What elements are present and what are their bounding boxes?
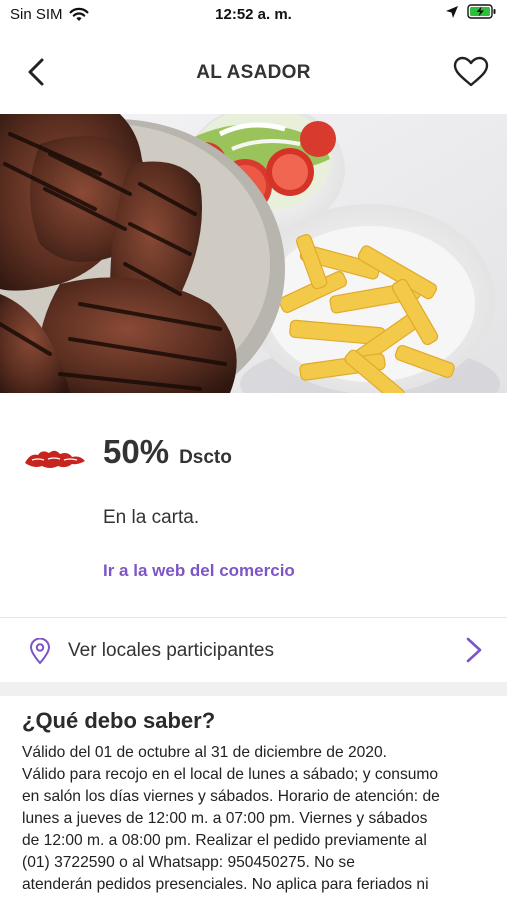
al-asador-logo xyxy=(25,450,85,468)
info-line: de 12:00 m. a 08:00 pm. Realizar el pedi… xyxy=(22,832,427,849)
heart-outline-icon xyxy=(453,56,489,87)
info-line: Válido del 01 de octubre al 31 de diciem… xyxy=(22,744,387,761)
battery-charging-icon xyxy=(467,4,496,19)
info-section: ¿Qué debo saber? Válido del 01 de octubr… xyxy=(0,696,507,900)
info-line: atenderán pedidos presenciales. No aplic… xyxy=(22,876,429,893)
hero-image xyxy=(0,114,507,393)
status-time: 12:52 a. m. xyxy=(215,6,292,23)
nav-bar: AL ASADOR xyxy=(0,40,507,104)
discount-row: 50% Dscto xyxy=(103,433,232,471)
map-pin-icon xyxy=(29,638,51,664)
locales-label: Ver locales participantes xyxy=(68,640,274,661)
locales-row[interactable]: Ver locales participantes xyxy=(0,618,507,682)
merchant-web-link[interactable]: Ir a la web del comercio xyxy=(103,561,295,581)
offer-section: 50% Dscto En la carta. Ir a la web del c… xyxy=(0,393,507,617)
info-line: Válido para recojo en el local de lunes … xyxy=(22,766,439,783)
discount-label: Dscto xyxy=(179,447,232,468)
info-body: Válido del 01 de octubre al 31 de diciem… xyxy=(22,742,485,896)
info-line: (01) 3722590 o al Whatsapp: 950450275. N… xyxy=(22,854,355,871)
status-right xyxy=(445,4,497,19)
favorite-button[interactable] xyxy=(451,52,491,92)
status-bar: Sin SIM 12:52 a. m. xyxy=(0,0,507,30)
food-photo xyxy=(0,114,507,393)
discount-value: 50% xyxy=(103,433,170,470)
location-arrow-icon xyxy=(446,5,458,18)
offer-description: En la carta. xyxy=(103,507,200,528)
chevron-right-icon xyxy=(466,637,482,663)
section-separator xyxy=(0,682,507,696)
info-line: en salón los días viernes y sábados. Hor… xyxy=(22,788,440,805)
page-title: AL ASADOR xyxy=(196,62,311,83)
info-line: lunes a jueves de 12:00 m. a 07:00 pm. V… xyxy=(22,810,428,827)
info-title: ¿Qué debo saber? xyxy=(22,708,216,733)
